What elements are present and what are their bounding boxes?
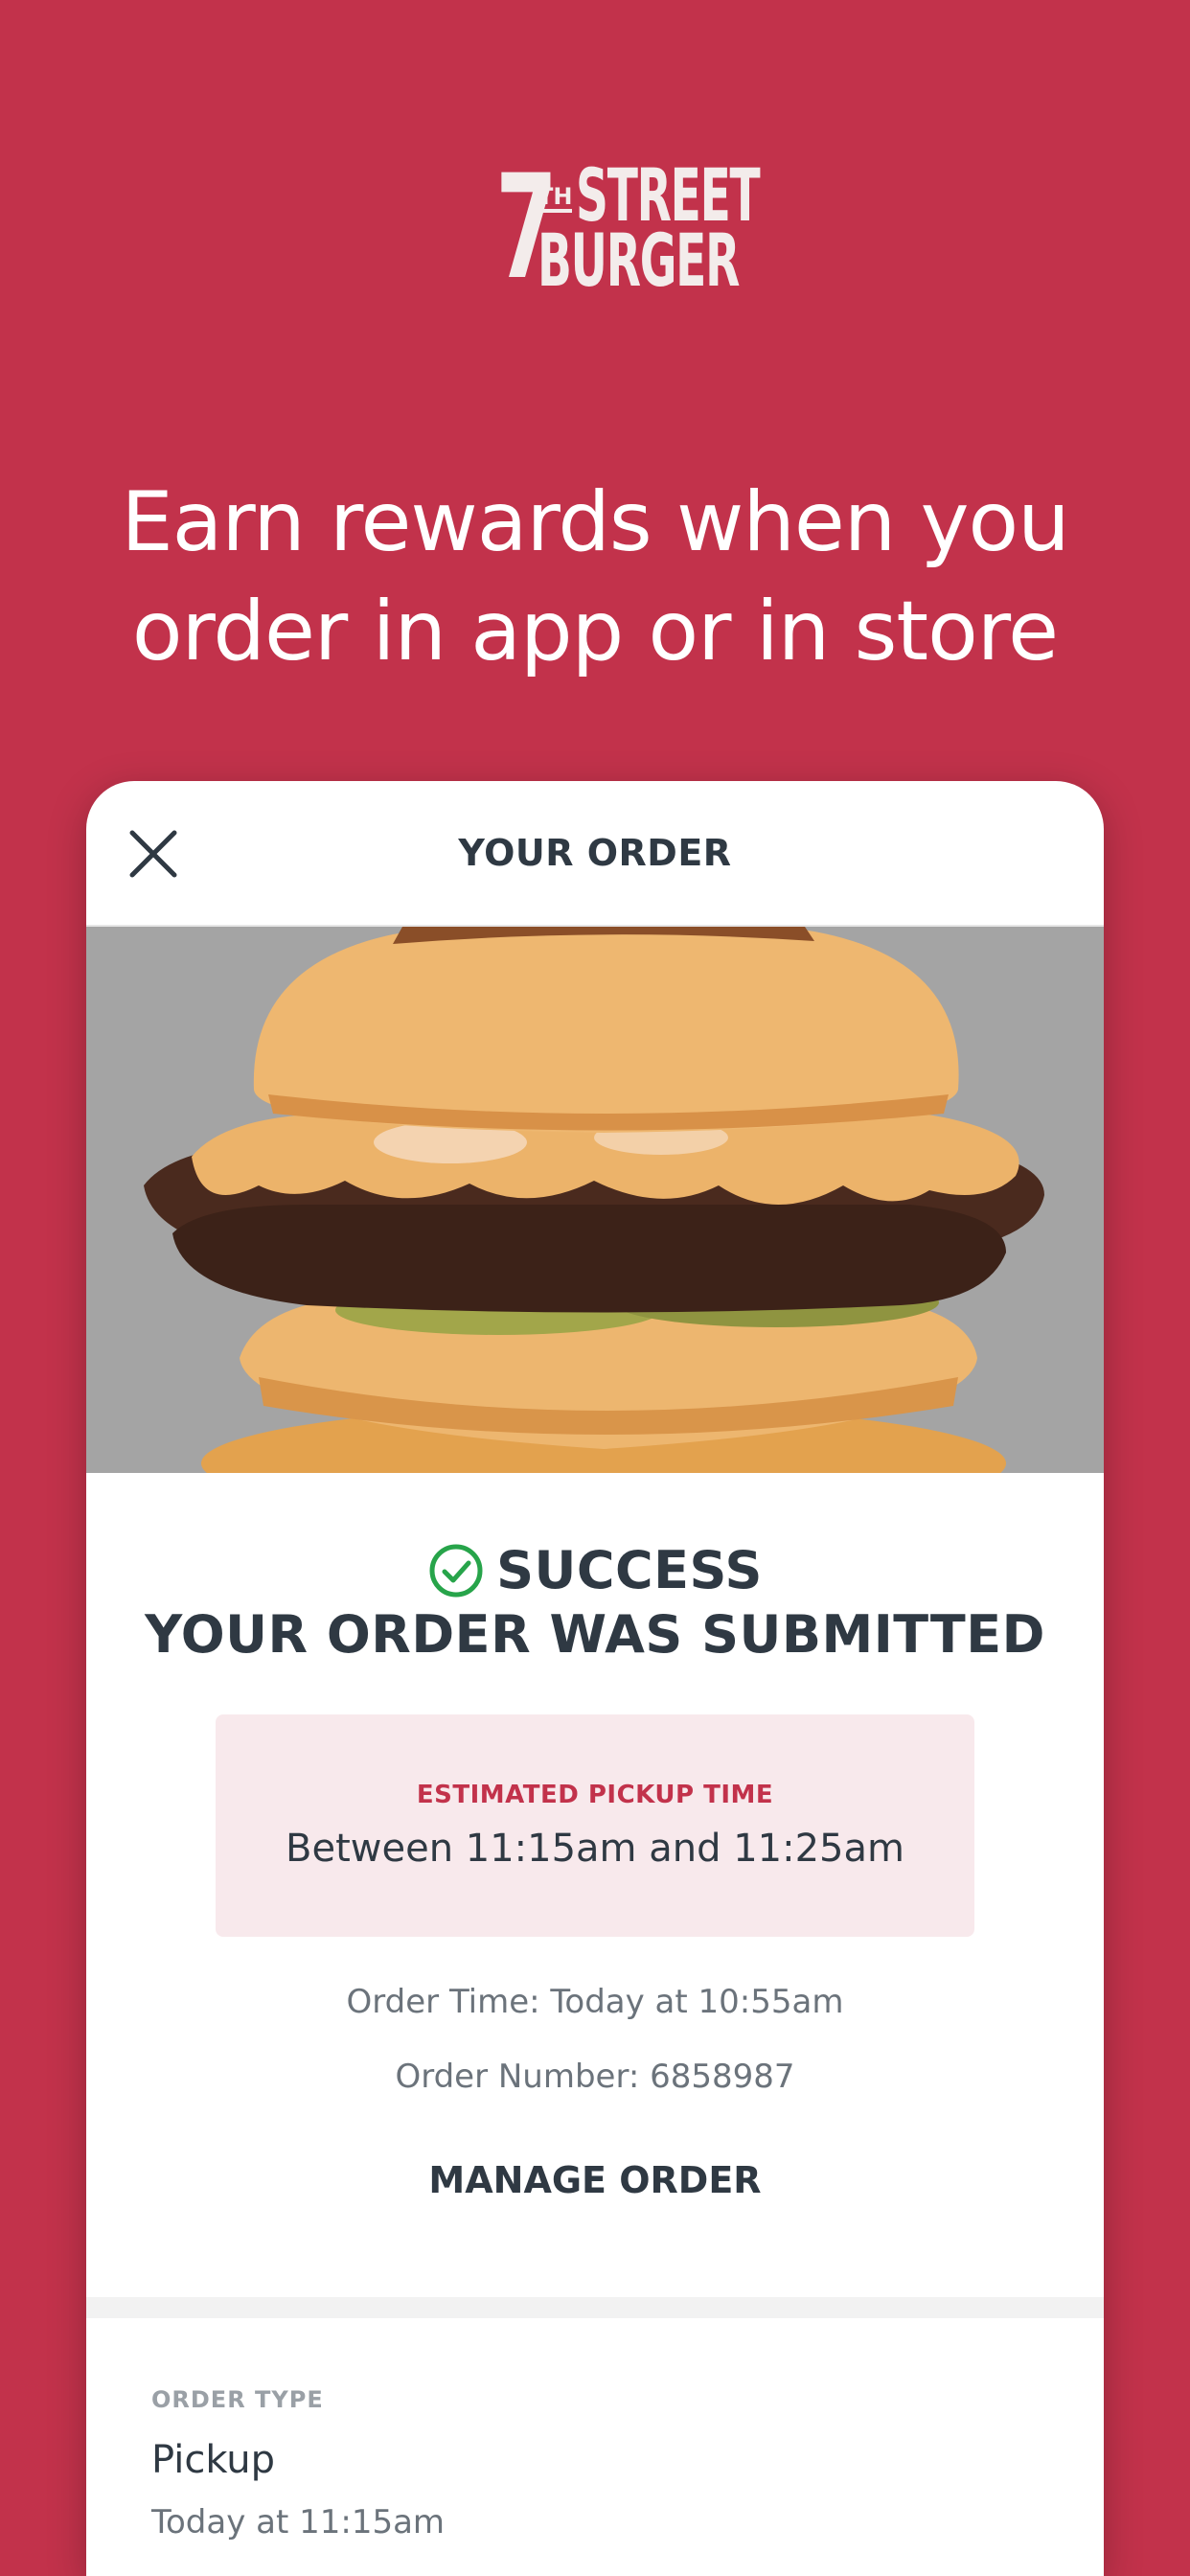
brand-logo: 7 TH STREET BURGER: [0, 156, 1190, 303]
logo-burger: BURGER: [537, 218, 740, 303]
success-block: SUCCESS YOUR ORDER WAS SUBMITTED: [86, 1473, 1104, 1665]
submitted-label: YOUR ORDER WAS SUBMITTED: [145, 1604, 1045, 1665]
headline-line-2: order in app or in store: [131, 584, 1059, 679]
pickup-time-label: ESTIMATED PICKUP TIME: [416, 1781, 774, 1809]
card-title: YOUR ORDER: [458, 832, 732, 874]
manage-order-button[interactable]: MANAGE ORDER: [86, 2159, 1104, 2201]
order-type-value: Pickup: [151, 2438, 276, 2482]
check-circle-icon: [429, 1544, 483, 1597]
close-icon: [129, 830, 177, 878]
pickup-time-value: Between 11:15am and 11:25am: [286, 1827, 904, 1871]
burger-image: [86, 927, 1104, 1473]
section-divider: [86, 2297, 1104, 2318]
promo-headline: Earn rewards when you order in app or in…: [0, 468, 1190, 686]
order-number: Order Number: 6858987: [395, 2058, 795, 2096]
burger-illustration: [144, 927, 1044, 1473]
headline-line-1: Earn rewards when you: [121, 474, 1069, 570]
order-time: Order Time: Today at 10:55am: [346, 1983, 844, 2021]
order-type-label: ORDER TYPE: [151, 2386, 324, 2413]
close-button[interactable]: [125, 825, 182, 883]
order-card: YOUR ORDER SUCCESS YOUR ORDER WAS SUBMIT…: [86, 781, 1104, 2576]
card-header: YOUR ORDER: [86, 781, 1104, 927]
pickup-time-box: ESTIMATED PICKUP TIME Between 11:15am an…: [216, 1714, 974, 1937]
order-type-time: Today at 11:15am: [151, 2503, 446, 2542]
order-type-section: ORDER TYPE Pickup Today at 11:15am: [151, 2386, 445, 2542]
success-label: SUCCESS: [496, 1540, 763, 1600]
